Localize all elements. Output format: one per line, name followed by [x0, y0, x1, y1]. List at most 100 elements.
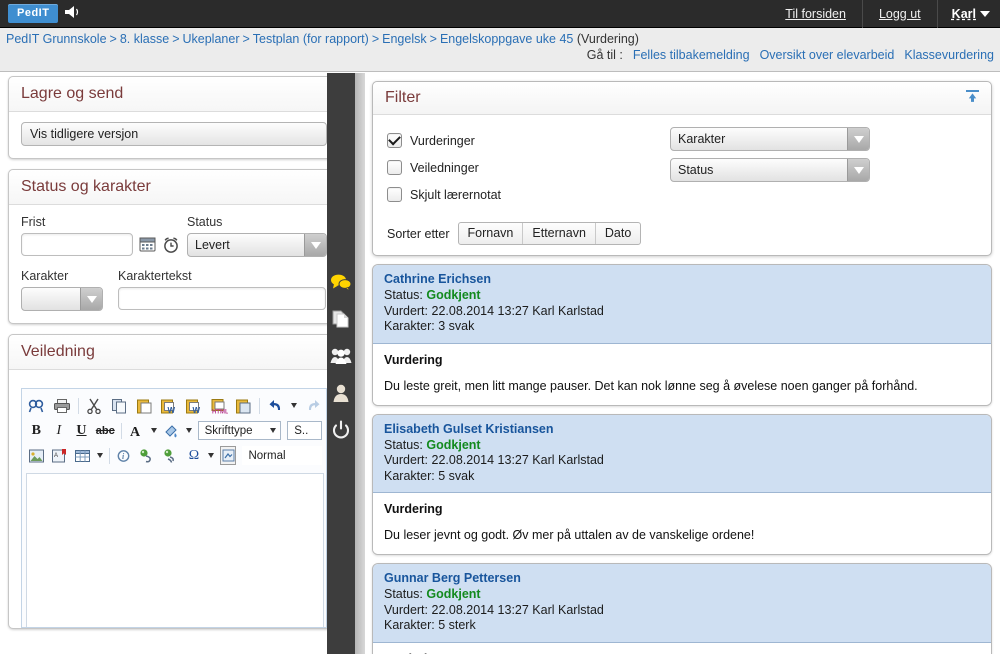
- breadcrumb-item-4[interactable]: Engelsk: [382, 32, 426, 46]
- svg-text:i: i: [122, 452, 125, 461]
- highlight-color-icon[interactable]: [163, 421, 180, 440]
- insert-table-dropdown-icon[interactable]: [97, 453, 103, 458]
- rich-text-editor: W W HTML B I U abc A Skrifttype S.. A i …: [21, 388, 327, 628]
- breadcrumb-sep: >: [371, 32, 380, 46]
- chevron-down-icon: [270, 428, 277, 433]
- checkbox-icon: [387, 187, 402, 202]
- status-filter-select[interactable]: Status: [670, 158, 870, 182]
- speaker-icon[interactable]: [63, 4, 83, 23]
- assessment-vurdert-line: Vurdert: 22.08.2014 13:27 Karl Karlstad: [384, 453, 980, 469]
- panel-splitter[interactable]: [355, 73, 365, 654]
- insert-table-icon[interactable]: [74, 446, 91, 465]
- cut-icon[interactable]: [85, 396, 104, 415]
- karakter-select[interactable]: [21, 287, 103, 311]
- editor-toolbar: W W HTML B I U abc A Skrifttype S.. A i …: [22, 389, 326, 470]
- user-menu[interactable]: Karl: [936, 0, 1000, 28]
- user-name: Karl: [951, 6, 976, 21]
- chevron-down-icon: [304, 234, 326, 256]
- assessment-card: Cathrine Erichsen Status: Godkjent Vurde…: [372, 264, 992, 406]
- paste-text-icon[interactable]: [234, 396, 253, 415]
- template-icon[interactable]: [220, 446, 237, 465]
- undo-dropdown-icon[interactable]: [291, 403, 298, 408]
- special-character-icon[interactable]: Ω: [186, 446, 202, 465]
- breadcrumb-item-0[interactable]: PedIT Grunnskole: [6, 32, 107, 46]
- filter-checkbox-label: Skjult lærernotat: [410, 187, 502, 202]
- print-icon[interactable]: [53, 396, 72, 415]
- sort-label: Sorter etter: [387, 226, 450, 241]
- karakter-label: Karakter:: [384, 468, 435, 483]
- sort-option-fornavn[interactable]: Fornavn: [459, 223, 523, 244]
- assessment-header: Elisabeth Gulset Kristiansen Status: God…: [373, 414, 991, 493]
- assessment-section-title: Vurdering: [384, 502, 443, 516]
- breadcrumb-item-5[interactable]: Engelskoppgave uke 45: [440, 32, 573, 46]
- editor-content-area[interactable]: [26, 473, 324, 627]
- filter-checkbox-vurderinger[interactable]: Vurderinger: [387, 127, 662, 154]
- copy-document-icon[interactable]: [327, 300, 355, 337]
- unlink-icon[interactable]: [162, 446, 180, 465]
- breadcrumb-item-1[interactable]: 8. klasse: [120, 32, 169, 46]
- filter-checkbox-veiledninger[interactable]: Veiledninger: [387, 154, 662, 181]
- strikethrough-button[interactable]: abc: [96, 421, 115, 440]
- karaktertekst-input[interactable]: [118, 287, 326, 310]
- undo-icon[interactable]: [266, 396, 285, 415]
- text-color-icon[interactable]: A: [128, 421, 145, 440]
- assessment-body: Vurdering: [373, 642, 991, 654]
- group-users-icon[interactable]: [327, 337, 355, 374]
- power-icon[interactable]: [327, 411, 355, 448]
- goto-link-klassevurdering[interactable]: Klassevurdering: [904, 48, 994, 62]
- til-forsiden-link[interactable]: Til forsiden: [769, 0, 862, 28]
- student-name[interactable]: Elisabeth Gulset Kristiansen: [384, 422, 980, 436]
- status-badge: Godkjent: [426, 437, 481, 452]
- calendar-icon[interactable]: [139, 236, 156, 253]
- paste-icon[interactable]: [135, 396, 154, 415]
- frist-input[interactable]: [21, 233, 133, 256]
- font-family-select[interactable]: Skrifttype: [197, 421, 282, 440]
- underline-button[interactable]: U: [73, 421, 90, 440]
- student-name[interactable]: Gunnar Berg Pettersen: [384, 571, 980, 585]
- logg-ut-link[interactable]: Logg ut: [861, 0, 937, 28]
- karakter-label: Karakter:: [384, 319, 435, 333]
- highlight-color-dropdown-icon[interactable]: [185, 428, 192, 433]
- breadcrumb-item-2[interactable]: Ukeplaner: [183, 32, 240, 46]
- app-logo[interactable]: PedIT: [0, 4, 83, 23]
- special-character-dropdown-icon[interactable]: [208, 453, 215, 458]
- goto-link-felles-tilbakemelding[interactable]: Felles tilbakemelding: [633, 48, 750, 62]
- pin-collapse-icon[interactable]: [964, 89, 981, 111]
- font-size-select[interactable]: S..: [287, 421, 322, 440]
- assessment-card: Elisabeth Gulset Kristiansen Status: God…: [372, 413, 992, 555]
- student-name[interactable]: Cathrine Erichsen: [384, 272, 980, 286]
- alarm-clock-icon[interactable]: [162, 236, 180, 254]
- sort-option-etternavn[interactable]: Etternavn: [522, 223, 595, 244]
- guidance-title: Veiledning: [9, 335, 328, 370]
- sort-row: Sorter etter Fornavn Etternavn Dato: [387, 222, 977, 245]
- text-color-dropdown-icon[interactable]: [150, 428, 157, 433]
- find-icon[interactable]: [28, 396, 47, 415]
- chat-bubbles-icon[interactable]: [327, 263, 355, 300]
- insert-info-icon[interactable]: i: [116, 446, 132, 465]
- italic-button[interactable]: I: [51, 421, 68, 440]
- bold-button[interactable]: B: [28, 421, 45, 440]
- breadcrumb-strip: PedIT Grunnskole >8. klasse > Ukeplaner > Tes…: [0, 28, 1000, 72]
- single-user-icon[interactable]: [327, 374, 355, 411]
- insert-image-icon[interactable]: [28, 446, 45, 465]
- filter-checkbox-skjult-laerernotat[interactable]: Skjult lærernotat: [387, 181, 662, 208]
- insert-link-icon[interactable]: [138, 446, 156, 465]
- breadcrumb: PedIT Grunnskole >8. klasse > Ukeplaner > Tes…: [0, 28, 1000, 46]
- karakter-value: 5 sterk: [438, 618, 476, 632]
- karakter-value: 3 svak: [438, 319, 475, 333]
- sort-option-dato[interactable]: Dato: [594, 223, 640, 244]
- chevron-down-icon: [980, 10, 990, 17]
- breadcrumb-item-3[interactable]: Testplan (for rapport): [253, 32, 369, 46]
- paste-from-word-icon[interactable]: W: [160, 396, 179, 415]
- breadcrumb-sep: >: [429, 32, 437, 46]
- copy-icon[interactable]: [110, 396, 129, 415]
- insert-attachment-icon[interactable]: A: [51, 446, 68, 465]
- status-select[interactable]: Levert: [187, 233, 327, 257]
- karakter-filter-select[interactable]: Karakter: [670, 127, 870, 151]
- paste-html-icon[interactable]: HTML: [209, 396, 228, 415]
- redo-icon[interactable]: [303, 396, 322, 415]
- paste-word-clean-icon[interactable]: W: [184, 396, 203, 415]
- goto-link-oversikt-over-elevarbeid[interactable]: Oversikt over elevarbeid: [760, 48, 895, 62]
- paragraph-style-select[interactable]: Normal: [242, 446, 322, 465]
- show-previous-version-button[interactable]: Vis tidligere versjon: [21, 122, 327, 146]
